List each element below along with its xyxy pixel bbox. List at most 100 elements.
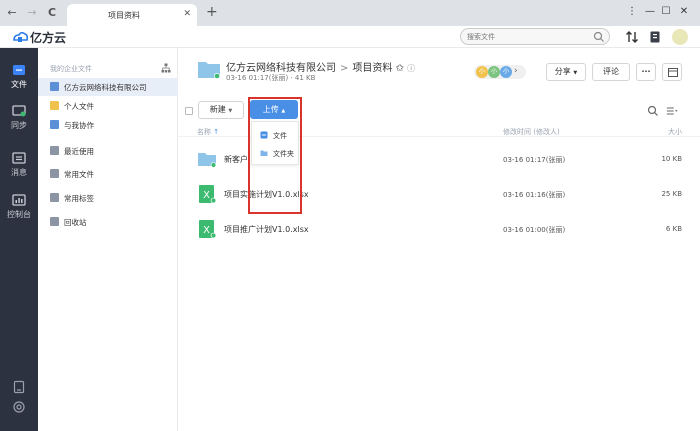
file-name[interactable]: 项目推广计划V1.0.xlsx — [224, 224, 309, 235]
svg-text:X: X — [203, 225, 210, 236]
sidebar-section-label: 我的企业文件 — [50, 65, 92, 73]
rail-label: 控制台 — [7, 210, 31, 219]
file-icon — [13, 65, 25, 75]
trash-icon — [50, 217, 59, 226]
rail-label: 消息 — [11, 168, 27, 177]
sidebar-item-tags[interactable]: 常用标签 — [38, 189, 178, 207]
panel-icon — [668, 68, 678, 77]
rail-label: 同步 — [11, 121, 27, 130]
org-chart-icon[interactable] — [161, 63, 171, 73]
breadcrumb: 亿方云网络科技有限公司 > 项目资料 ✩ ⓘ — [226, 59, 415, 74]
rail-item-console[interactable]: 控制台 — [0, 194, 38, 220]
shared-folder-icon — [50, 120, 59, 129]
column-name-label: 名称 — [197, 128, 211, 136]
rail-item-files[interactable]: 文件 — [0, 64, 38, 90]
console-icon — [12, 194, 26, 206]
file-name[interactable]: 新客户 — [224, 154, 248, 165]
personal-folder-icon — [50, 101, 59, 110]
tag-icon — [50, 193, 59, 202]
search-box[interactable] — [460, 28, 610, 45]
chevron-right-icon: › — [514, 66, 518, 76]
new-label: 新建 — [209, 105, 226, 114]
sidebar-item-label: 常用标签 — [64, 194, 94, 203]
message-icon — [12, 152, 26, 164]
folder-icon — [198, 62, 220, 79]
left-rail: 文件 同步 消息 控制台 — [0, 48, 38, 431]
user-avatar[interactable] — [672, 29, 688, 45]
sidebar-item-recent[interactable]: 最近使用 — [38, 142, 178, 160]
browser-menu-icon[interactable]: ⋮ — [624, 4, 640, 20]
recent-icon — [50, 146, 59, 155]
file-size: 10 KB — [661, 155, 682, 163]
rail-item-messages[interactable]: 消息 — [0, 152, 38, 178]
sort-ascending-icon: ↑ — [213, 128, 220, 136]
breadcrumb-current: 项目资料 — [352, 63, 393, 74]
browser-tab[interactable]: 项目资料 ✕ — [67, 4, 197, 26]
rail-label: 文件 — [11, 80, 27, 89]
folder-meta: 03-16 01:17(张丽) · 41 KB — [226, 74, 316, 82]
share-button[interactable]: 分享 ▼ — [546, 63, 586, 81]
sidebar-item-label: 与我协作 — [64, 121, 94, 130]
chevron-down-icon: ▼ — [228, 108, 233, 114]
client-icon[interactable] — [12, 380, 26, 394]
search-input[interactable] — [467, 31, 587, 43]
file-size: 6 KB — [665, 225, 682, 233]
file-size: 25 KB — [661, 190, 682, 198]
collaborator-avatar: 小 — [500, 66, 512, 78]
sidebar-item-label: 回收站 — [64, 218, 87, 227]
brand-logo[interactable]: 亿方云 — [12, 29, 66, 46]
info-icon[interactable]: ⓘ — [407, 64, 415, 73]
sidebar-item-label: 最近使用 — [64, 147, 94, 156]
notification-icon[interactable] — [648, 30, 662, 44]
chevron-down-icon: ▼ — [573, 70, 578, 76]
maximize-button[interactable]: ☐ — [658, 4, 674, 20]
list-view-icon[interactable] — [666, 105, 678, 117]
main-content: 亿方云网络科技有限公司 > 项目资料 ✩ ⓘ 03-16 01:17(张丽) · 4… — [178, 48, 700, 431]
reload-button[interactable]: C — [44, 5, 60, 21]
excel-file-icon: X — [199, 220, 217, 239]
minimize-button[interactable]: — — [642, 4, 658, 20]
new-tab-button[interactable]: + — [206, 4, 218, 20]
highlight-annotation — [248, 97, 302, 214]
new-button[interactable]: 新建 ▼ — [198, 101, 244, 119]
tab-close-icon[interactable]: ✕ — [183, 9, 191, 19]
sidebar-item-shared[interactable]: 与我协作 — [38, 116, 178, 134]
table-row[interactable]: X 项目推广计划V1.0.xlsx 03-16 01:00(张丽) 6 KB — [178, 214, 700, 244]
cloud-logo-icon — [13, 31, 28, 42]
comment-button[interactable]: 评论 — [592, 63, 630, 81]
transfer-icon[interactable] — [625, 30, 639, 44]
sidebar-item-trash[interactable]: 回收站 — [38, 213, 178, 231]
sidebar-item-company[interactable]: 亿方云网络科技有限公司 — [38, 78, 178, 96]
search-icon[interactable] — [593, 31, 605, 43]
file-modified: 03-16 01:00(张丽) — [503, 226, 566, 234]
rail-item-sync[interactable]: 同步 — [0, 105, 38, 131]
sidebar-item-personal[interactable]: 个人文件 — [38, 97, 178, 115]
star-icon[interactable]: ✩ — [396, 63, 404, 74]
search-icon[interactable] — [647, 105, 659, 117]
panel-toggle-button[interactable] — [662, 63, 682, 81]
company-folder-icon — [50, 82, 59, 91]
more-button[interactable]: ··· — [636, 63, 656, 81]
collaborators[interactable]: 小 小 小 › — [474, 65, 526, 79]
sidebar-item-label: 个人文件 — [64, 102, 94, 111]
sidebar: 我的企业文件 亿方云网络科技有限公司 个人文件 与我协作 最近使用 常用文件 常… — [38, 48, 178, 431]
help-icon[interactable] — [12, 400, 26, 414]
sync-icon — [12, 105, 26, 117]
sidebar-item-favorites[interactable]: 常用文件 — [38, 165, 178, 183]
app-header: 亿方云 — [0, 26, 700, 48]
file-modified: 03-16 01:16(张丽) — [503, 191, 566, 199]
share-label: 分享 — [554, 67, 571, 76]
sidebar-item-label: 亿方云网络科技有限公司 — [64, 83, 147, 92]
back-button[interactable]: ← — [4, 5, 20, 21]
brand-name: 亿方云 — [30, 31, 67, 45]
close-window-button[interactable]: ✕ — [676, 4, 692, 20]
collaborator-avatar: 小 — [488, 66, 500, 78]
forward-button[interactable]: → — [24, 5, 40, 21]
tab-title: 项目资料 — [108, 11, 140, 20]
select-all-checkbox[interactable] — [185, 107, 193, 115]
browser-tab-bar: ← → C 项目资料 ✕ + ⋮ — ☐ ✕ — [0, 0, 700, 26]
favorite-files-icon — [50, 169, 59, 178]
collaborator-avatar: 小 — [476, 66, 488, 78]
file-modified: 03-16 01:17(张丽) — [503, 156, 566, 164]
excel-file-icon: X — [199, 185, 217, 204]
